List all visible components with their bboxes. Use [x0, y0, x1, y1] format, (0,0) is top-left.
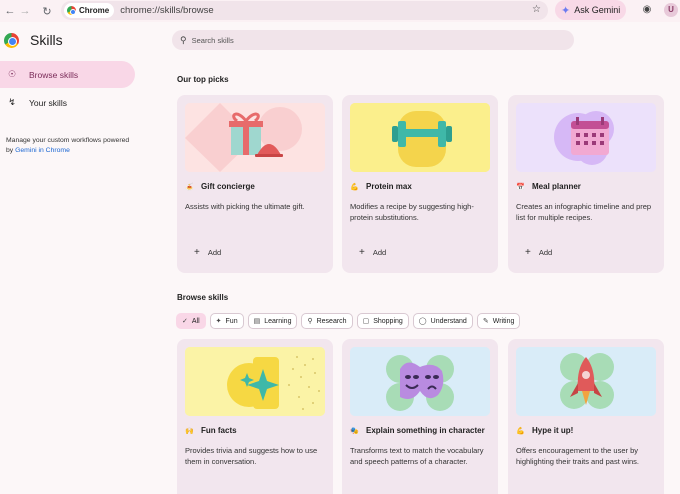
card-title-text: Explain something in character: [366, 426, 485, 435]
page-title: Skills: [30, 32, 63, 48]
card-description: Assists with picking the ultimate gift.: [185, 202, 305, 211]
gift-illustration: [185, 103, 325, 172]
bookmark-star-icon[interactable]: ☆: [532, 4, 541, 15]
card-title: 💪 Hype it up!: [516, 426, 573, 435]
filter-label: Fun: [225, 317, 238, 325]
filter-writing[interactable]: ✎ Writing: [476, 313, 521, 329]
filter-understand[interactable]: ◯ Understand: [412, 313, 473, 329]
filter-label: Research: [316, 317, 347, 325]
plus-icon: +: [525, 247, 531, 258]
bulb-icon: ◯: [418, 318, 427, 325]
filter-label: Learning: [264, 317, 292, 325]
bolt-icon: ↯: [8, 97, 16, 107]
search-icon: ⚲: [307, 318, 313, 325]
extension-icon[interactable]: ◉: [640, 3, 654, 17]
sidebar-brand: Skills: [4, 32, 63, 48]
calendar-illustration: [516, 103, 656, 172]
add-label: Add: [538, 248, 553, 257]
skill-card-meal-planner[interactable]: 📅 Meal planner Creates an infographic ti…: [508, 95, 664, 273]
dumbbell-illustration: [350, 103, 490, 172]
card-description: Modifies a recipe by suggesting high-pro…: [350, 202, 474, 222]
card-title-text: Fun facts: [201, 426, 237, 435]
chrome-logo-icon: [67, 6, 76, 15]
sparkle-icon: ✦: [215, 318, 222, 325]
card-emoji: 💪: [516, 427, 525, 435]
add-button[interactable]: + Add: [525, 247, 552, 258]
card-title: 🙌 Fun facts: [185, 426, 237, 435]
address-bar[interactable]: Chrome chrome://skills/browse ☆: [61, 1, 548, 20]
card-title-text: Hype it up!: [532, 426, 574, 435]
sidebar-item-your-skills[interactable]: ↯ Your skills: [0, 89, 135, 116]
card-description: Transforms text to match the vocabulary …: [350, 446, 484, 466]
plus-icon: +: [359, 247, 365, 258]
card-emoji: 🎭: [350, 427, 359, 435]
card-title: 🍝 Gift concierge: [185, 182, 255, 191]
browser-toolbar: ← → ↻ Chrome chrome://skills/browse ☆ ✦ …: [0, 0, 680, 22]
chrome-logo-icon: [4, 32, 19, 48]
add-label: Add: [372, 248, 387, 257]
card-emoji: 📅: [516, 183, 525, 191]
filter-learning[interactable]: ▤ Learning: [247, 313, 298, 329]
card-title-text: Protein max: [366, 182, 412, 191]
pen-icon: ✎: [482, 318, 489, 325]
sidebar-item-label: Your skills: [29, 97, 67, 108]
filter-label: Shopping: [373, 317, 403, 325]
skill-card-hype-it-up[interactable]: 💪 Hype it up! Offers encouragement to th…: [508, 339, 664, 494]
card-title: 📅 Meal planner: [516, 182, 581, 191]
filter-label: All: [191, 317, 200, 325]
top-picks-heading: Our top picks: [177, 75, 229, 84]
compass-icon: ☉: [7, 69, 17, 79]
reload-icon[interactable]: ↻: [37, 1, 57, 21]
filter-chips: ✓ All ✦ Fun ▤ Learning ⚲ Research ▢ Shop…: [176, 313, 524, 329]
browse-skills-heading: Browse skills: [177, 293, 229, 302]
forward-icon[interactable]: →: [15, 1, 35, 21]
filter-shopping[interactable]: ▢ Shopping: [356, 313, 409, 329]
card-description: Provides trivia and suggests how to use …: [185, 446, 318, 466]
filter-fun[interactable]: ✦ Fun: [209, 313, 244, 329]
ask-gemini-button[interactable]: ✦ Ask Gemini: [555, 0, 626, 20]
card-emoji: 💪: [350, 183, 359, 191]
search-icon: ⚲: [180, 34, 187, 45]
sidebar-note: Manage your custom workflows powered by …: [6, 136, 131, 156]
sidebar-item-browse-skills[interactable]: ☉ Browse skills: [0, 61, 135, 88]
book-icon: ▤: [253, 318, 261, 325]
skill-card-explain-in-character[interactable]: 🎭 Explain something in character Transfo…: [342, 339, 498, 494]
sidebar-item-label: Browse skills: [29, 69, 79, 80]
site-chip-label: Chrome: [79, 6, 110, 15]
skill-card-protein-max[interactable]: 💪 Protein max Modifies a recipe by sugge…: [342, 95, 498, 273]
card-title-text: Gift concierge: [201, 182, 255, 191]
gemini-in-chrome-link[interactable]: Gemini in Chrome: [15, 147, 70, 154]
sparkles-illustration: [185, 347, 325, 416]
card-emoji: 🙌: [185, 427, 194, 435]
rocket-illustration: [516, 347, 656, 416]
card-title: 💪 Protein max: [350, 182, 412, 191]
add-button[interactable]: + Add: [359, 247, 386, 258]
card-description: Offers encouragement to the user by high…: [516, 446, 639, 466]
add-button[interactable]: + Add: [194, 247, 221, 258]
avatar[interactable]: U: [664, 3, 678, 17]
filter-label: Understand: [430, 317, 467, 325]
skill-card-gift-concierge[interactable]: 🍝 Gift concierge Assists with picking th…: [177, 95, 333, 273]
site-chip[interactable]: Chrome: [64, 3, 115, 18]
card-title-text: Meal planner: [532, 182, 581, 191]
ask-gemini-label: Ask Gemini: [574, 5, 621, 15]
bag-icon: ▢: [362, 318, 370, 325]
search-input[interactable]: [191, 35, 552, 45]
search-bar[interactable]: ⚲: [172, 30, 574, 50]
card-title: 🎭 Explain something in character: [350, 426, 485, 435]
add-label: Add: [207, 248, 222, 257]
url-text: chrome://skills/browse: [120, 5, 214, 16]
filter-research[interactable]: ⚲ Research: [301, 313, 353, 329]
skill-card-fun-facts[interactable]: 🙌 Fun facts Provides trivia and suggests…: [177, 339, 333, 494]
filter-label: Writing: [492, 317, 515, 325]
theater-masks-illustration: [350, 347, 490, 416]
plus-icon: +: [194, 247, 200, 258]
card-description: Creates an infographic timeline and prep…: [516, 202, 652, 222]
filter-all[interactable]: ✓ All: [176, 313, 206, 329]
gemini-spark-icon: ✦: [561, 4, 571, 17]
card-emoji: 🍝: [185, 183, 194, 191]
check-icon: ✓: [182, 318, 188, 325]
